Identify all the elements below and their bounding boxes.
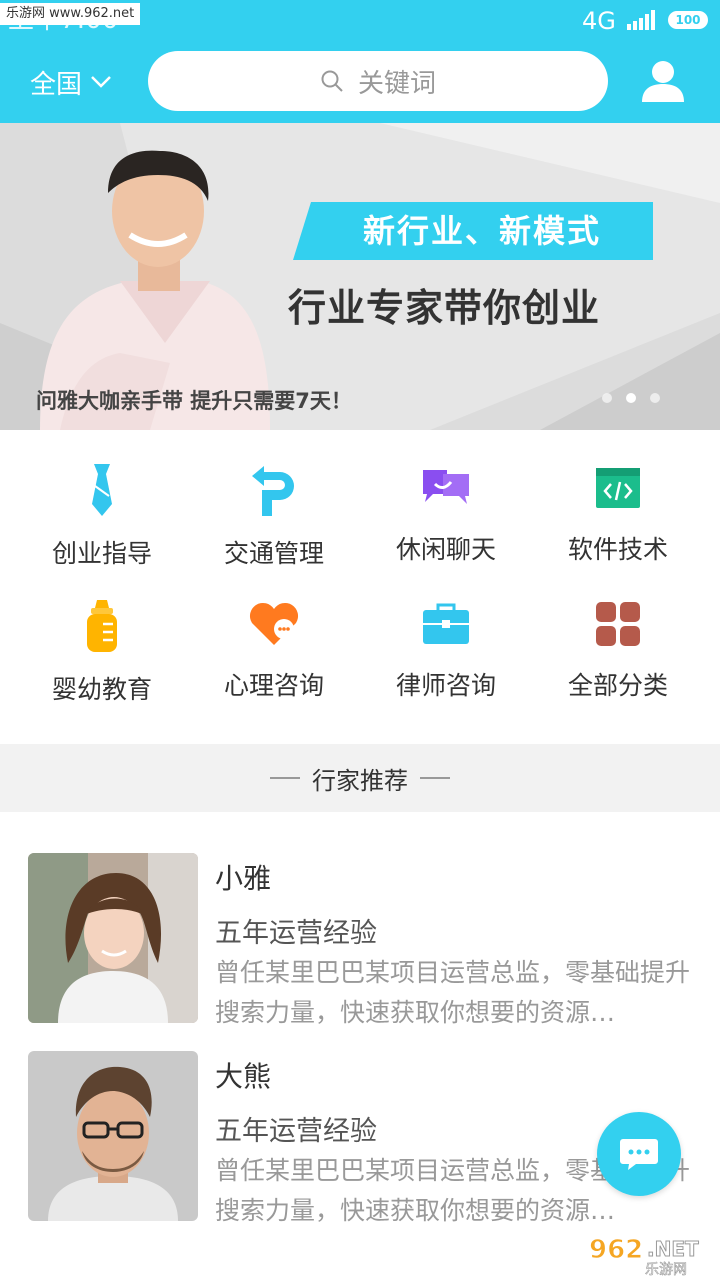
chevron-down-icon [91, 76, 111, 88]
status-bar: 上午7:00 乐游网 www.962.net 4G 100 [0, 0, 720, 40]
category-grid: 创业指导 交通管理 休闲聊天 软件技术 婴幼教育 心理咨询 律师咨询 全部分类 [0, 430, 720, 744]
tie-icon [92, 464, 112, 516]
code-icon [596, 468, 640, 508]
category-traffic[interactable]: 交通管理 [184, 430, 364, 568]
divider-left [270, 777, 300, 779]
banner-title: 行业专家带你创业 [288, 286, 601, 330]
962-logo: 962 .NET 乐游网 [589, 1235, 700, 1277]
category-software[interactable]: 软件技术 [528, 430, 708, 566]
grid-icon [596, 602, 640, 646]
svg-text:962: 962 [589, 1235, 643, 1265]
svg-text:.NET: .NET [647, 1237, 699, 1261]
region-selector[interactable]: 全国 [30, 64, 112, 100]
carousel-indicator [602, 393, 660, 403]
network-type: 4G [582, 7, 616, 35]
top-header: 上午7:00 乐游网 www.962.net 4G 100 全国 关键词 [0, 0, 720, 123]
section-title: 行家推荐 [312, 766, 408, 795]
category-label: 软件技术 [567, 535, 668, 564]
watermark-label: 乐游网 www.962.net [0, 3, 141, 25]
signal-icon [627, 10, 655, 30]
baby-bottle-icon [87, 600, 117, 652]
user-profile-icon[interactable] [640, 58, 686, 104]
expert-avatar [28, 853, 198, 1023]
expert-experience: 五年运营经验 [215, 918, 377, 949]
chat-button[interactable] [597, 1112, 681, 1196]
search-placeholder: 关键词 [357, 68, 436, 99]
category-label: 婴幼教育 [51, 675, 152, 704]
category-label: 创业指导 [51, 539, 152, 568]
category-label: 心理咨询 [223, 671, 324, 700]
carousel-dot-active[interactable] [626, 393, 636, 403]
category-label: 全部分类 [567, 671, 668, 700]
expert-avatar [28, 1051, 198, 1221]
category-lawyer[interactable]: 律师咨询 [356, 566, 536, 702]
briefcase-icon [423, 603, 469, 644]
expert-name: 大熊 [215, 1060, 272, 1093]
svg-text:乐游网: 乐游网 [645, 1262, 687, 1276]
carousel-dot[interactable] [650, 393, 660, 403]
category-infant-education[interactable]: 婴幼教育 [12, 566, 192, 704]
avatar-woman-image [28, 853, 198, 1023]
message-icon [620, 1139, 658, 1170]
expert-experience: 五年运营经验 [215, 1116, 377, 1147]
category-leisure-chat[interactable]: 休闲聊天 [356, 430, 536, 566]
avatar-man-image [28, 1051, 198, 1221]
category-startup-guide[interactable]: 创业指导 [12, 430, 192, 568]
expert-description: 曾任某里巴巴某项目运营总监，零基础提升搜索力量，快速获取你想要的资源… [215, 958, 691, 1027]
parking-icon [252, 466, 294, 516]
category-label: 交通管理 [223, 539, 324, 568]
expert-name: 小雅 [215, 862, 272, 895]
category-label: 律师咨询 [395, 671, 496, 700]
divider-right [420, 777, 450, 779]
region-label: 全国 [30, 69, 83, 100]
heart-chat-icon [249, 602, 299, 645]
chat-bubbles-icon [423, 470, 469, 504]
search-input[interactable]: 关键词 [148, 51, 608, 111]
expert-card[interactable]: 小雅 五年运营经验 曾任某里巴巴某项目运营总监，零基础提升搜索力量，快速获取你想… [28, 853, 708, 1027]
carousel-dot[interactable] [602, 393, 612, 403]
category-label: 休闲聊天 [395, 535, 496, 564]
promo-banner[interactable]: 新行业、新模式 行业专家带你创业 问雅大咖亲手带 提升只需要7天！ [0, 123, 720, 430]
banner-person-image [40, 150, 270, 430]
banner-caption: 问雅大咖亲手带 提升只需要7天！ [36, 389, 352, 413]
search-icon [321, 70, 343, 92]
battery-icon: 100 [668, 11, 708, 29]
banner-tag: 新行业、新模式 [293, 202, 653, 260]
category-psychology[interactable]: 心理咨询 [184, 566, 364, 702]
section-header-recommend: 行家推荐 [0, 744, 720, 812]
category-all[interactable]: 全部分类 [528, 566, 708, 702]
